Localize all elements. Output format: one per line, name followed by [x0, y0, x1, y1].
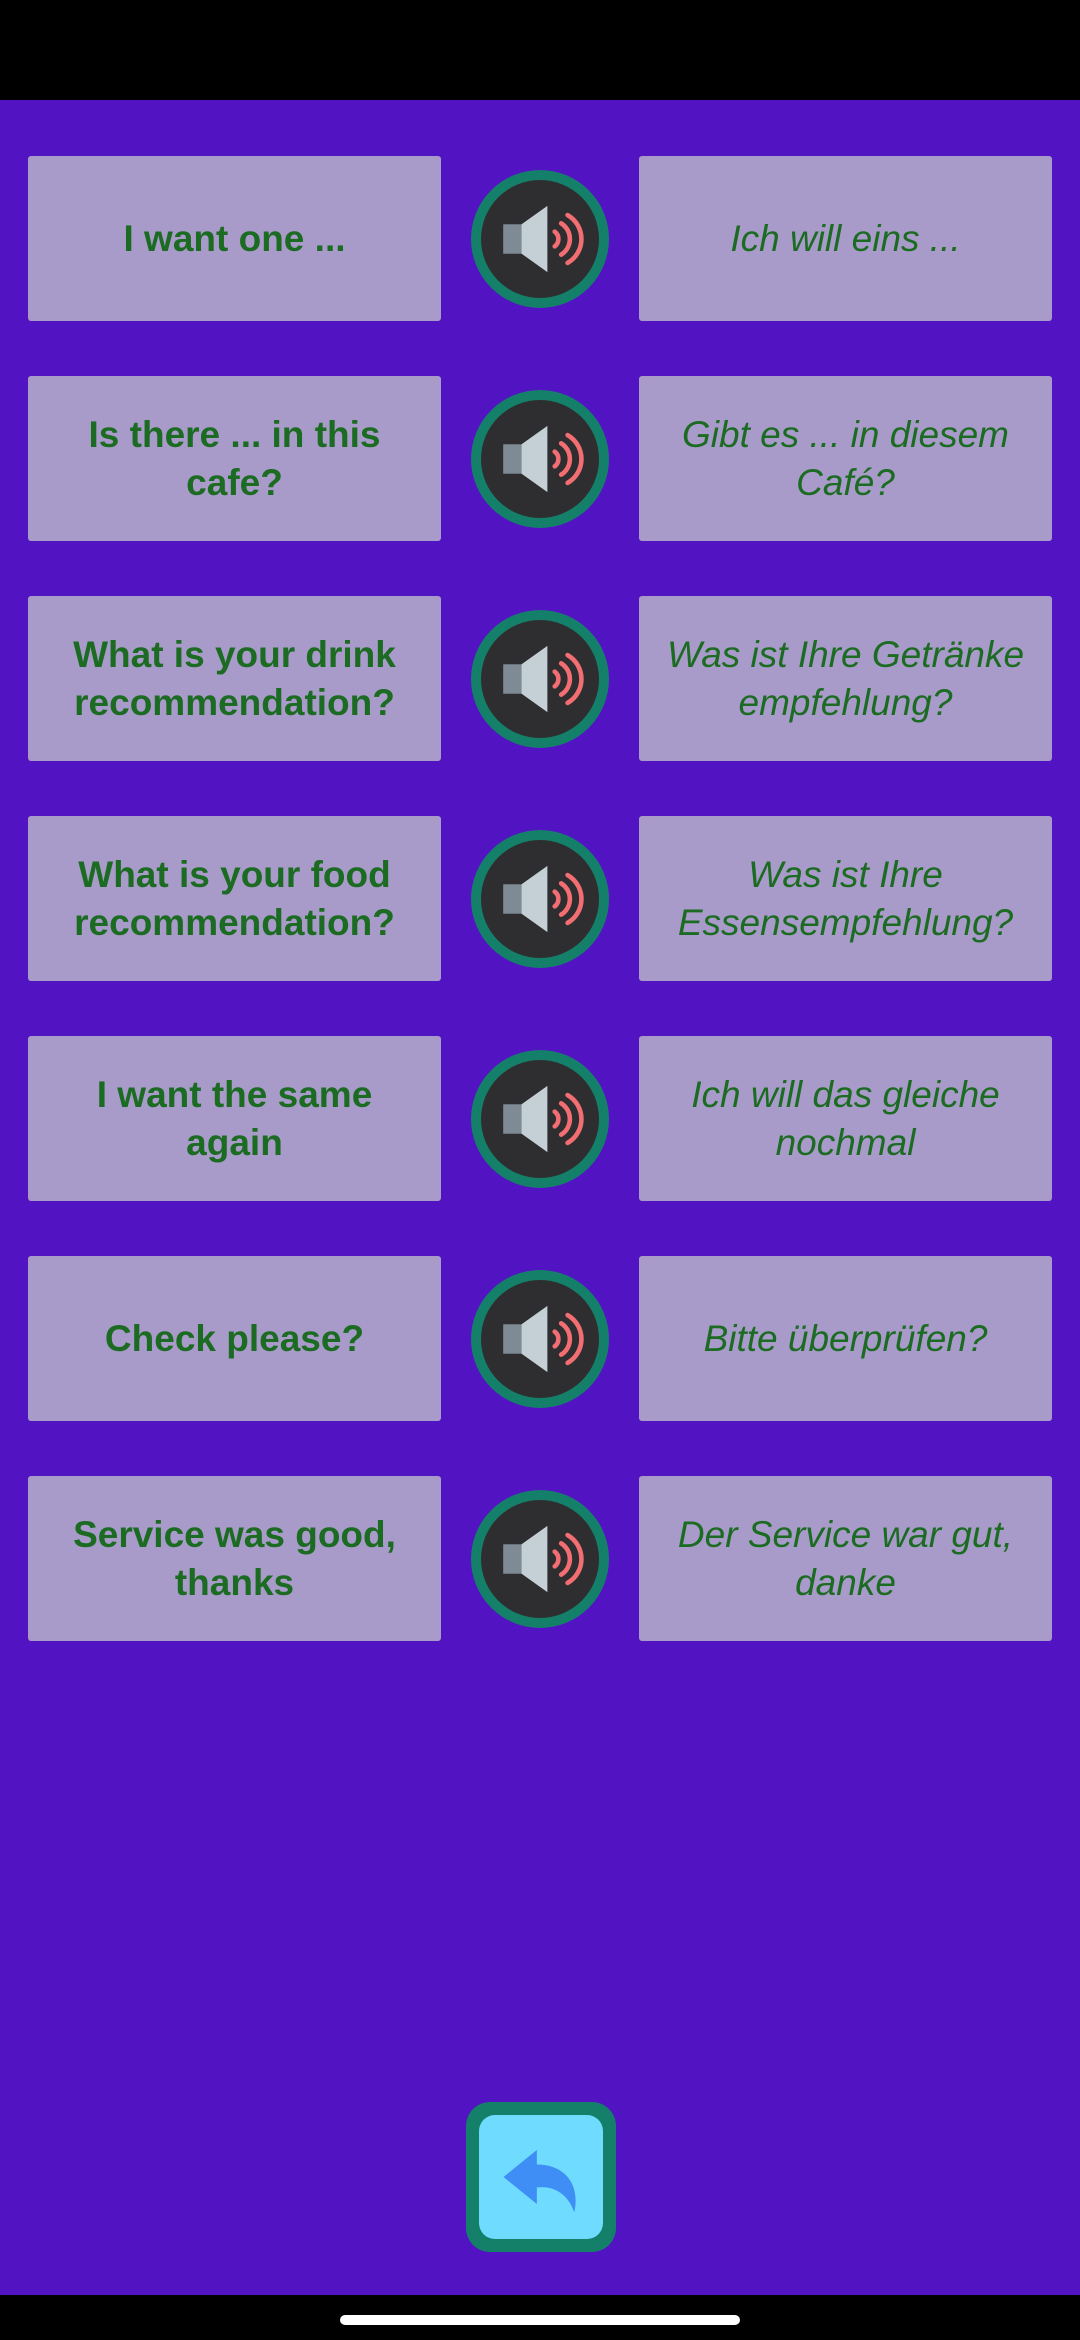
phrase-row: I want the same again Ich will das gleic… — [0, 1036, 1080, 1201]
phrase-row: Is there ... in this cafe? Gibt es ... i… — [0, 376, 1080, 541]
english-phrase: Service was good, thanks — [28, 1476, 441, 1641]
speaker-icon — [481, 180, 599, 298]
german-translation: Bitte überprüfen? — [639, 1256, 1052, 1421]
play-audio-button[interactable] — [471, 390, 609, 528]
speaker-icon — [481, 620, 599, 738]
german-translation: Ich will eins ... — [639, 156, 1052, 321]
play-audio-button[interactable] — [471, 1490, 609, 1628]
speaker-icon — [481, 400, 599, 518]
speaker-icon — [481, 840, 599, 958]
english-phrase: What is your food recommendation? — [28, 816, 441, 981]
phrase-list-screen: I want one ... Ich will eins ... Is ther… — [0, 100, 1080, 2295]
phrase-row: I want one ... Ich will eins ... — [0, 156, 1080, 321]
play-audio-button[interactable] — [471, 830, 609, 968]
back-arrow-icon — [479, 2115, 603, 2239]
status-bar — [0, 0, 1080, 100]
german-translation: Der Service war gut, danke — [639, 1476, 1052, 1641]
phrase-row: Service was good, thanks Der Service war… — [0, 1476, 1080, 1641]
home-indicator[interactable] — [340, 2315, 740, 2325]
play-audio-button[interactable] — [471, 1270, 609, 1408]
phrase-row: What is your food recommendation? Was is… — [0, 816, 1080, 981]
speaker-icon — [481, 1060, 599, 1178]
play-audio-button[interactable] — [471, 170, 609, 308]
english-phrase: Is there ... in this cafe? — [28, 376, 441, 541]
play-audio-button[interactable] — [471, 1050, 609, 1188]
german-translation: Ich will das gleiche nochmal — [639, 1036, 1052, 1201]
speaker-icon — [481, 1280, 599, 1398]
english-phrase: I want the same again — [28, 1036, 441, 1201]
back-button[interactable] — [466, 2102, 616, 2252]
english-phrase: Check please? — [28, 1256, 441, 1421]
german-translation: Was ist Ihre Essensempfehlung? — [639, 816, 1052, 981]
german-translation: Gibt es ... in diesem Café? — [639, 376, 1052, 541]
german-translation: Was ist Ihre Getränke empfehlung? — [639, 596, 1052, 761]
english-phrase: I want one ... — [28, 156, 441, 321]
phrase-row: Check please? Bitte überprüfen? — [0, 1256, 1080, 1421]
play-audio-button[interactable] — [471, 610, 609, 748]
phrase-row: What is your drink recommendation? Was i… — [0, 596, 1080, 761]
english-phrase: What is your drink recommendation? — [28, 596, 441, 761]
speaker-icon — [481, 1500, 599, 1618]
